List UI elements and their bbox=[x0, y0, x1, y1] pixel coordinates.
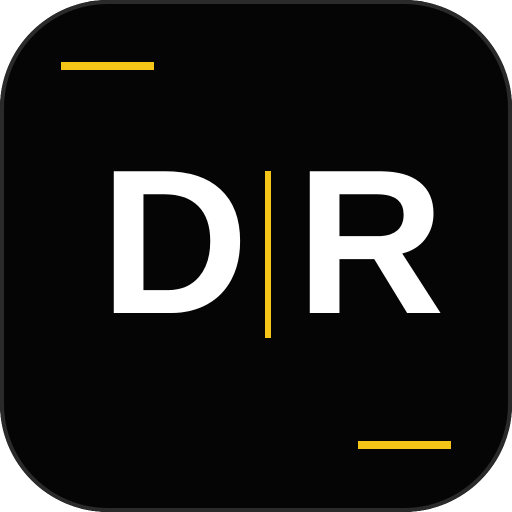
bottom-accent-line bbox=[358, 441, 451, 449]
app-icon[interactable]: D R bbox=[0, 0, 512, 512]
monogram-letter-d: D bbox=[100, 127, 249, 357]
monogram-divider bbox=[265, 171, 271, 338]
monogram-letter-r: R bbox=[296, 127, 445, 357]
dr-monogram: D R bbox=[0, 0, 512, 512]
canvas: D R bbox=[0, 0, 512, 512]
